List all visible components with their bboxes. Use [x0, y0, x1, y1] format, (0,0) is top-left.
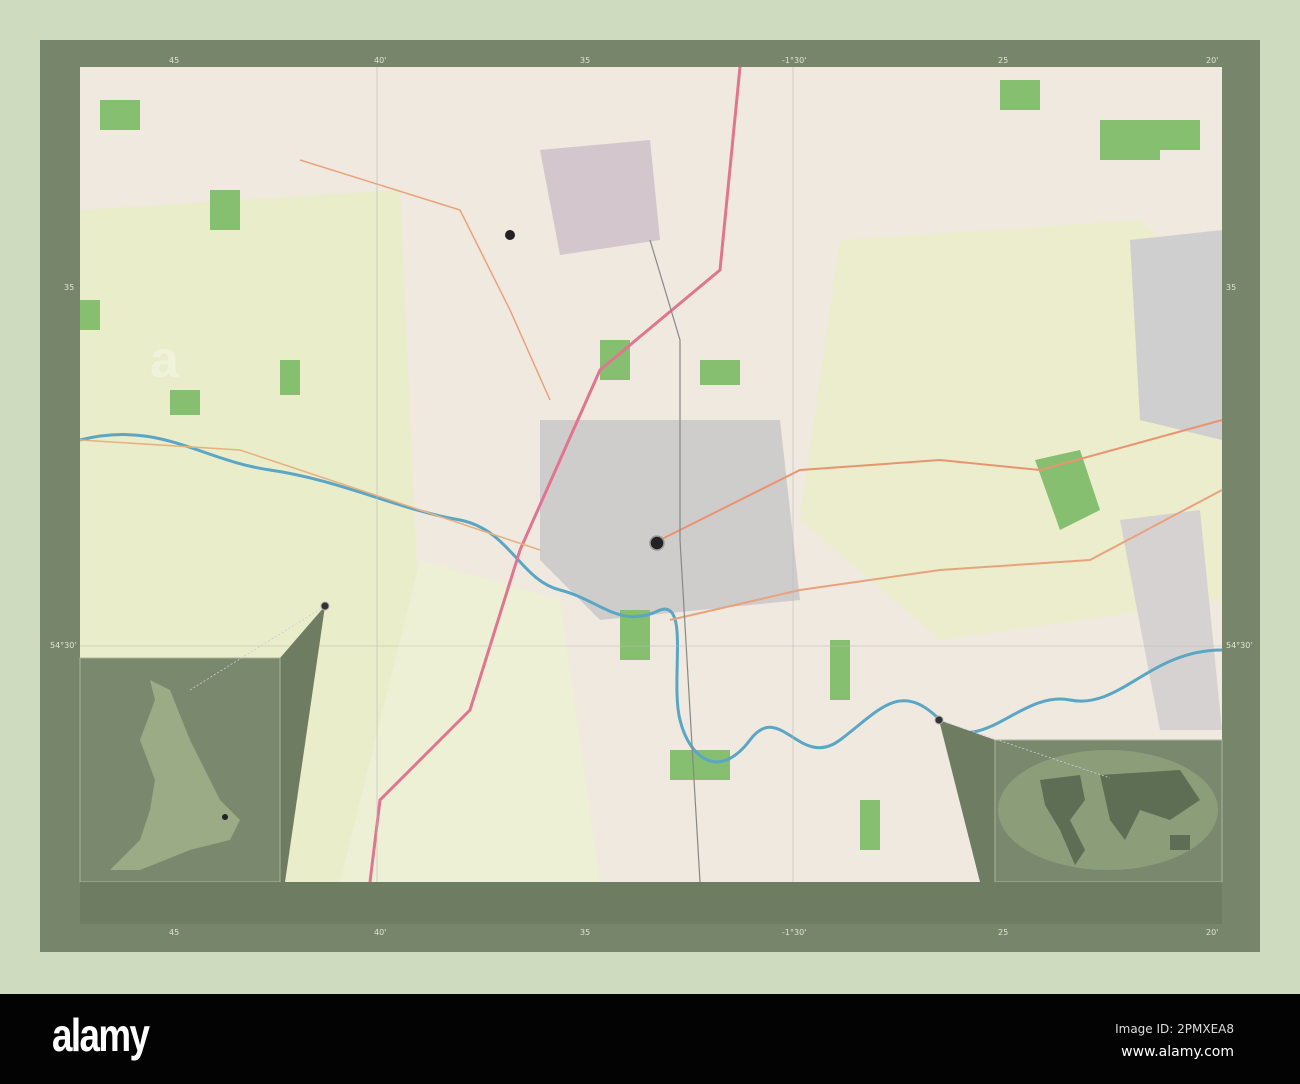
location-marker-secondary[interactable] — [505, 230, 515, 240]
watermark-banner: alamy Image ID: 2PMXEA8 www.alamy.com — [0, 994, 1300, 1084]
top-coord-label: 45 — [169, 56, 180, 65]
urban-east — [1130, 230, 1222, 440]
bottom-coord-label: 40' — [374, 928, 387, 937]
location-marker-main[interactable] — [649, 535, 665, 551]
top-coord-label: 35 — [580, 56, 591, 65]
watermark-logo: a — [150, 331, 179, 389]
bottom-coord-label: 25 — [998, 928, 1009, 937]
urban-centre — [540, 420, 800, 620]
bottom-strip — [80, 882, 1222, 924]
bottom-coord-label: -1°30' — [782, 928, 807, 937]
top-coord-label: -1°30' — [782, 56, 807, 65]
england-location-marker — [222, 814, 228, 820]
world-inset — [934, 715, 1223, 883]
right-coord-label: 54°30' — [1226, 641, 1253, 650]
top-coord-label: 20' — [1206, 56, 1219, 65]
map-frame: 45 40' 35 -1°30' 25 20' 45 40' 35 -1°30'… — [40, 40, 1260, 952]
bottom-coord-label: 20' — [1206, 928, 1219, 937]
left-coord-label: 54°30' — [50, 641, 77, 650]
left-coord-label: 35 — [64, 283, 75, 292]
site-url: www.alamy.com — [1121, 1044, 1234, 1060]
top-coord-label: 40' — [374, 56, 387, 65]
alamy-logo: alamy — [52, 1009, 150, 1061]
urban-north — [540, 140, 660, 255]
map-canvas[interactable] — [40, 40, 1260, 952]
right-coord-label: 35 — [1226, 283, 1237, 292]
bottom-coord-label: 35 — [580, 928, 591, 937]
top-coord-label: 25 — [998, 56, 1009, 65]
bottom-coord-label: 45 — [169, 928, 180, 937]
image-id: Image ID: 2PMXEA8 — [1115, 1022, 1234, 1036]
